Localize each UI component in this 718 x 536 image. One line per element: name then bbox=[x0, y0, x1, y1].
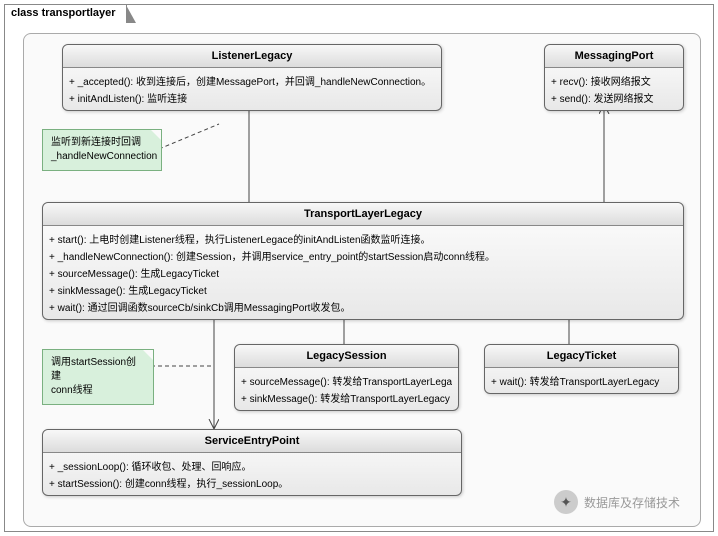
method: + _sessionLoop(): 循环收包、处理、回响应。 bbox=[49, 457, 455, 474]
note-line: 监听到新连接时回调 bbox=[51, 136, 153, 150]
method: + recv(): 接收网络报文 bbox=[551, 72, 677, 89]
class-legacy-session: LegacySession + sourceMessage(): 转发给Tran… bbox=[234, 344, 459, 411]
class-service-entry-point: ServiceEntryPoint + _sessionLoop(): 循环收包… bbox=[42, 429, 462, 496]
class-listener-legacy: ListenerLegacy + _accepted(): 收到连接后，创建Me… bbox=[62, 44, 442, 111]
method: + sinkMessage(): 转发给TransportLayerLegacy bbox=[241, 389, 452, 406]
class-body: + wait(): 转发给TransportLayerLegacy bbox=[485, 368, 678, 393]
method: + sourceMessage(): 转发给TransportLayerLega… bbox=[241, 372, 452, 389]
class-body: + start(): 上电时创建Listener线程，执行ListenerLeg… bbox=[43, 226, 683, 319]
inner-frame: ListenerLegacy + _accepted(): 收到连接后，创建Me… bbox=[23, 33, 701, 527]
method: + startSession(): 创建conn线程，执行_sessionLoo… bbox=[49, 474, 455, 491]
class-body: + _accepted(): 收到连接后，创建MessagePort，并回调_h… bbox=[63, 68, 441, 110]
class-body: + _sessionLoop(): 循环收包、处理、回响应。 + startSe… bbox=[43, 453, 461, 495]
class-messaging-port: MessagingPort + recv(): 接收网络报文 + send():… bbox=[544, 44, 684, 111]
class-body: + sourceMessage(): 转发给TransportLayerLega… bbox=[235, 368, 458, 410]
class-title: MessagingPort bbox=[545, 45, 683, 68]
method: + start(): 上电时创建Listener线程，执行ListenerLeg… bbox=[49, 230, 677, 247]
note-handle-new-connection: 监听到新连接时回调 _handleNewConnection bbox=[42, 129, 162, 171]
method: + initAndListen(): 监听连接 bbox=[69, 89, 435, 106]
class-title: LegacySession bbox=[235, 345, 458, 368]
wechat-icon: ✦ bbox=[554, 490, 578, 514]
method: + wait(): 通过回调函数sourceCb/sinkCb调用Messagi… bbox=[49, 298, 677, 315]
watermark: ✦ 数据库及存储技术 bbox=[554, 490, 680, 514]
method: + send(): 发送网络报文 bbox=[551, 89, 677, 106]
class-body: + recv(): 接收网络报文 + send(): 发送网络报文 bbox=[545, 68, 683, 110]
method: + wait(): 转发给TransportLayerLegacy bbox=[491, 372, 672, 389]
class-legacy-ticket: LegacyTicket + wait(): 转发给TransportLayer… bbox=[484, 344, 679, 394]
note-line: _handleNewConnection bbox=[51, 150, 153, 164]
diagram-title-tab: class transportlayer bbox=[4, 4, 127, 21]
method: + _handleNewConnection(): 创建Session，并调用s… bbox=[49, 247, 677, 264]
class-title: TransportLayerLegacy bbox=[43, 203, 683, 226]
class-title: ServiceEntryPoint bbox=[43, 430, 461, 453]
outer-frame: ListenerLegacy + _accepted(): 收到连接后，创建Me… bbox=[4, 4, 714, 532]
method: + sinkMessage(): 生成LegacyTicket bbox=[49, 281, 677, 298]
class-transport-layer-legacy: TransportLayerLegacy + start(): 上电时创建Lis… bbox=[42, 202, 684, 320]
note-start-session: 调用startSession创建 conn线程 bbox=[42, 349, 154, 405]
method: + sourceMessage(): 生成LegacyTicket bbox=[49, 264, 677, 281]
note-line: 调用startSession创建 bbox=[51, 356, 145, 384]
note-line: conn线程 bbox=[51, 384, 145, 398]
method: + _accepted(): 收到连接后，创建MessagePort，并回调_h… bbox=[69, 72, 435, 89]
watermark-text: 数据库及存储技术 bbox=[584, 494, 680, 511]
class-title: LegacyTicket bbox=[485, 345, 678, 368]
class-title: ListenerLegacy bbox=[63, 45, 441, 68]
